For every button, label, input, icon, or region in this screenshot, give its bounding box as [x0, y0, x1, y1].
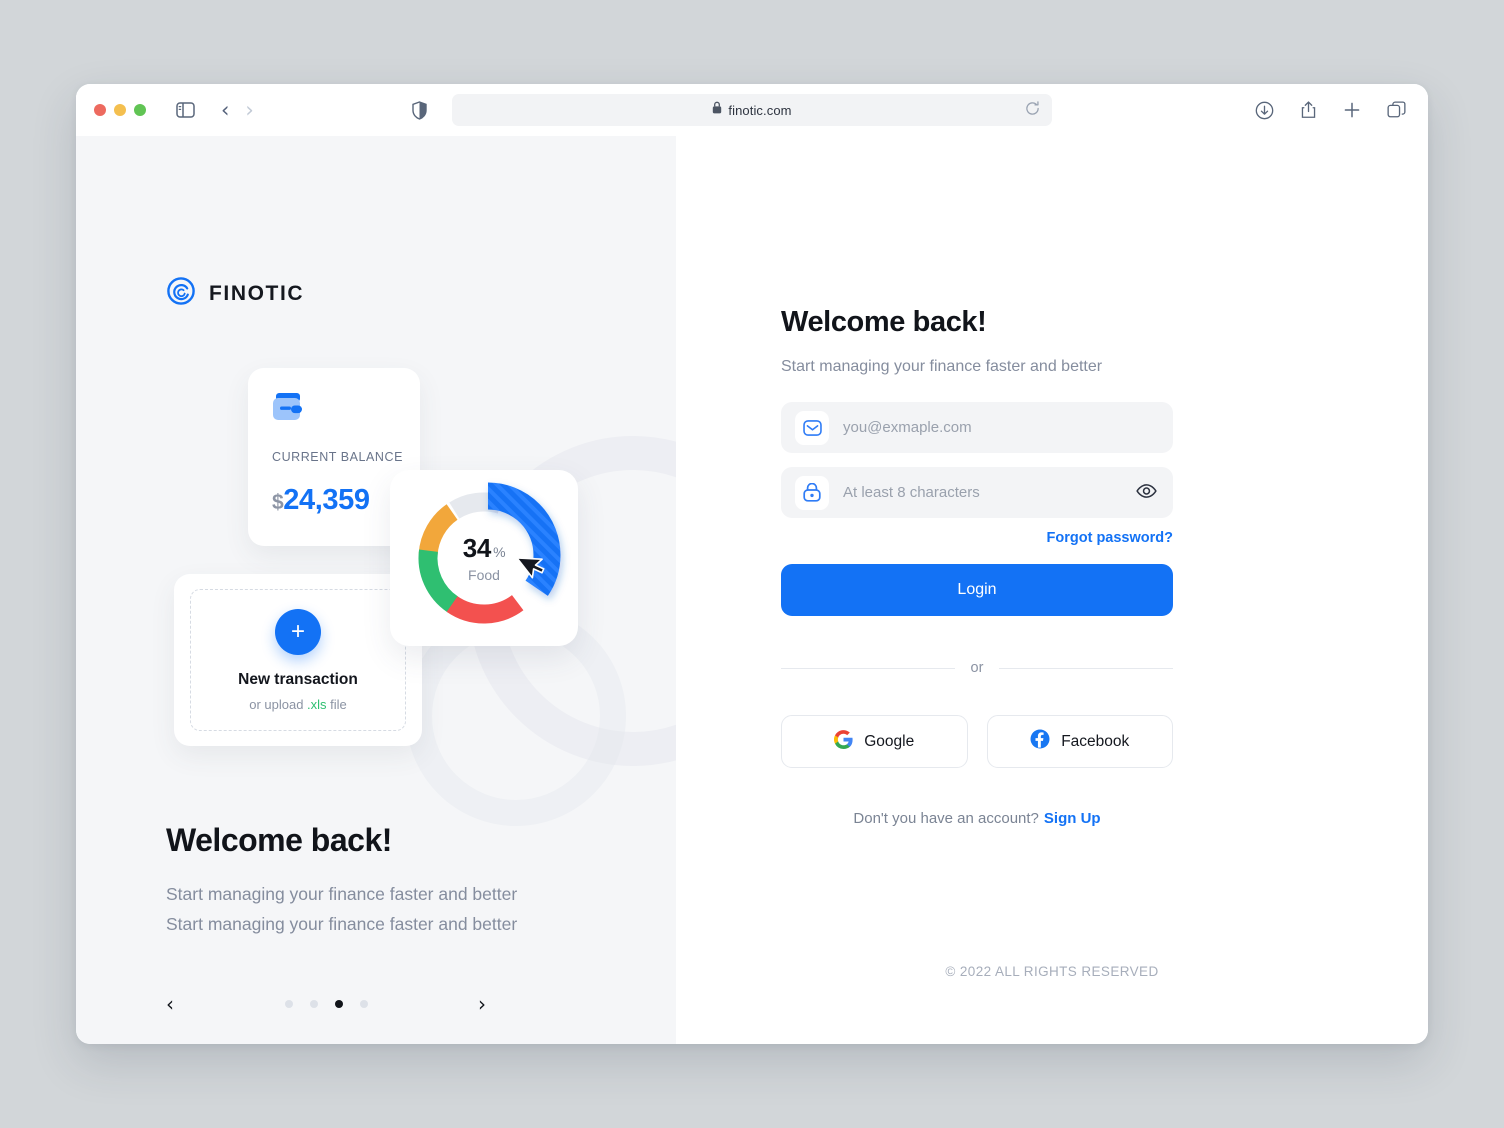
- reload-icon[interactable]: [1025, 101, 1040, 121]
- carousel-next-button[interactable]: ›: [478, 994, 486, 1014]
- url-text: finotic.com: [728, 102, 792, 118]
- divider-line-right: [999, 667, 1173, 669]
- divider-label: or: [970, 660, 984, 676]
- social-login-buttons: Google Facebook: [781, 715, 1173, 768]
- login-subline: Start managing your finance faster and b…: [781, 358, 1103, 375]
- forward-button[interactable]: ›: [245, 99, 253, 121]
- password-field[interactable]: At least 8 characters: [781, 467, 1173, 518]
- forgot-password-link[interactable]: Forgot password?: [781, 530, 1173, 546]
- upload-hint-suffix: file: [326, 696, 347, 712]
- carousel-prev-button[interactable]: ‹: [166, 994, 174, 1014]
- carousel-dots: [284, 1000, 368, 1008]
- wallet-icon: [272, 393, 310, 427]
- signup-prompt-row: Don't you have an account? Sign Up: [781, 810, 1173, 827]
- share-icon[interactable]: [1300, 100, 1317, 120]
- email-field[interactable]: you@exmaple.com: [781, 402, 1173, 453]
- copyright-text: © 2022 ALL RIGHTS RESERVED: [945, 964, 1159, 979]
- balance-amount: 24,359: [283, 484, 370, 516]
- left-promo-panel: FINOTIC CURRENT BALANCE $24,359 + New tr…: [76, 136, 676, 1044]
- new-transaction-title: New transaction: [238, 670, 358, 688]
- login-headline: Welcome back!: [781, 306, 987, 338]
- google-icon: [834, 729, 853, 754]
- page-content: FINOTIC CURRENT BALANCE $24,359 + New tr…: [76, 136, 1428, 1044]
- tab-overview-icon[interactable]: [1387, 100, 1406, 120]
- close-window-button[interactable]: [94, 104, 106, 116]
- google-login-button[interactable]: Google: [781, 715, 968, 768]
- lock-icon: [712, 101, 722, 119]
- facebook-icon: [1030, 729, 1050, 754]
- sidebar-toggle-icon[interactable]: [176, 102, 195, 118]
- carousel-dot[interactable]: [359, 1000, 368, 1008]
- signup-prompt-text: Don't you have an account?: [853, 810, 1039, 827]
- brand-logo: FINOTIC: [166, 276, 304, 311]
- screenshot-root: ‹ › finotic.com FINOTIC CURRENT BALANCE …: [0, 0, 1504, 1128]
- back-button[interactable]: ‹: [221, 99, 229, 121]
- login-panel: Welcome back! Start managing your financ…: [676, 136, 1428, 1044]
- nav-buttons: ‹ ›: [221, 99, 254, 121]
- minimize-window-button[interactable]: [114, 104, 126, 116]
- lock-icon: [795, 475, 829, 510]
- carousel-dot[interactable]: [284, 1000, 293, 1008]
- carousel-dot[interactable]: [309, 1000, 318, 1008]
- address-bar-content: finotic.com: [712, 101, 792, 119]
- address-bar[interactable]: finotic.com: [452, 94, 1052, 126]
- login-form: Welcome back! Start managing your financ…: [781, 306, 1173, 827]
- login-button[interactable]: Login: [781, 564, 1173, 616]
- window-controls: [94, 104, 146, 116]
- privacy-shield-icon[interactable]: [412, 100, 427, 120]
- upload-hint-filetype: .xls: [307, 696, 327, 712]
- facebook-login-label: Facebook: [1061, 732, 1130, 750]
- facebook-login-button[interactable]: Facebook: [986, 715, 1173, 768]
- carousel-controls: ‹ ›: [166, 986, 486, 1022]
- email-placeholder: you@exmaple.com: [843, 419, 972, 436]
- upload-hint-prefix: or upload: [249, 696, 308, 712]
- left-subline-2: Start managing your finance faster and b…: [166, 914, 518, 934]
- browser-window: ‹ › finotic.com FINOTIC CURRENT BALANCE …: [76, 84, 1428, 1044]
- left-subline-1: Start managing your finance faster and b…: [166, 884, 518, 904]
- browser-toolbar: ‹ › finotic.com: [76, 84, 1428, 136]
- plus-icon: +: [290, 617, 305, 645]
- add-transaction-button[interactable]: +: [275, 608, 321, 655]
- signup-link[interactable]: Sign Up: [1044, 810, 1101, 827]
- maximize-window-button[interactable]: [134, 104, 146, 116]
- toolbar-right-actions: [1255, 84, 1406, 136]
- divider: or: [781, 660, 1173, 676]
- carousel-dot-active[interactable]: [334, 1000, 343, 1008]
- dropzone[interactable]: + New transaction or upload .xls file: [190, 589, 406, 731]
- google-login-label: Google: [864, 732, 915, 750]
- finotic-spiral-logo-icon: [166, 276, 196, 311]
- currency-symbol: $: [272, 491, 284, 514]
- new-tab-icon[interactable]: [1343, 101, 1361, 119]
- download-icon[interactable]: [1255, 101, 1274, 120]
- eye-icon[interactable]: [1136, 483, 1157, 504]
- brand-name: FINOTIC: [209, 281, 305, 305]
- left-headline: Welcome back!: [166, 822, 392, 858]
- divider-line-left: [781, 667, 955, 669]
- envelope-icon: [795, 410, 829, 445]
- donut-chart[interactable]: [380, 458, 592, 658]
- password-placeholder: At least 8 characters: [843, 484, 980, 501]
- upload-hint: or upload .xls file: [249, 697, 347, 712]
